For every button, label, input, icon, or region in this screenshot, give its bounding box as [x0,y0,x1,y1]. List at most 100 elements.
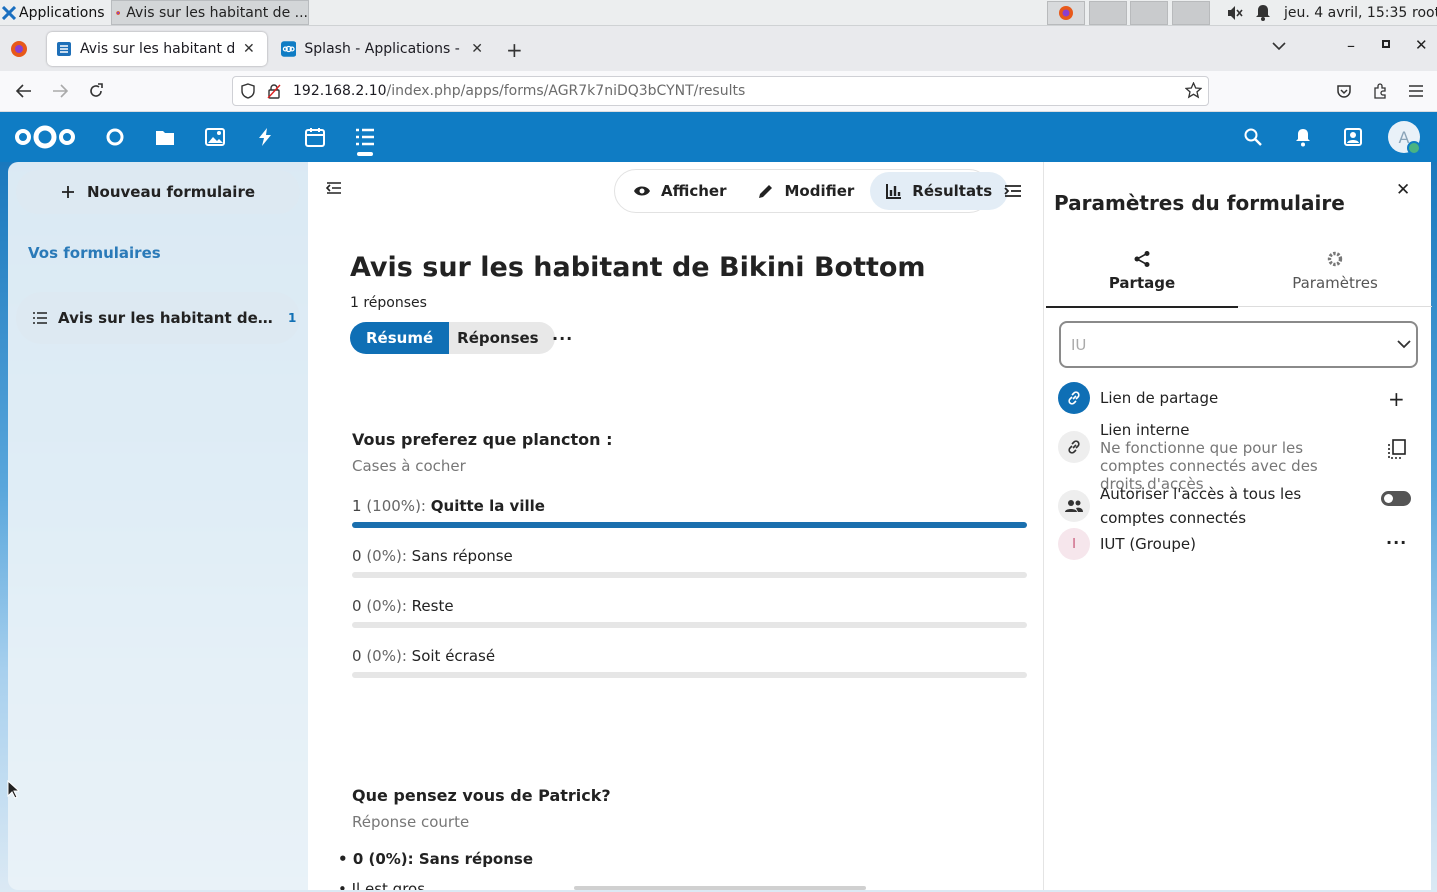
contacts-icon[interactable] [1340,124,1366,150]
back-icon[interactable] [12,79,36,103]
form-settings-sidebar: Paramètres du formulaire ✕ Partage Param… [1043,162,1432,890]
option-label: Soit écrasé [411,647,496,665]
close-window-icon[interactable]: ✕ [1415,36,1428,54]
toggle-settings-sidebar-icon[interactable] [1004,184,1022,202]
more-actions-icon[interactable]: ··· [552,329,573,348]
activity-icon[interactable] [252,124,278,150]
option-result: 0 (0%): Soit écrasé [352,647,495,665]
photos-icon[interactable] [202,124,228,150]
url-bar[interactable]: 192.168.2.10/index.php/apps/forms/AGR7k7… [232,76,1209,106]
question-title: Vous preferez que plancton : [352,430,613,449]
responses-tab[interactable]: Réponses [449,322,555,354]
sidebar-form-item[interactable]: Avis sur les habitant de Bikini Bottom 1 [16,292,300,344]
option-progress-bar [352,622,1027,628]
form-list-icon [33,312,47,324]
menu-hamburger-icon[interactable] [1404,79,1428,103]
calendar-icon[interactable] [302,124,328,150]
insecure-lock-icon[interactable] [267,83,281,103]
online-status-icon [1407,141,1421,155]
tab-sharing-label: Partage [1108,274,1176,292]
question-type: Réponse courte [352,813,470,831]
dashboard-icon[interactable] [102,124,128,150]
option-count: 0 [352,647,362,665]
volume-muted-icon[interactable] [1226,5,1244,25]
workspace-3[interactable] [1130,1,1168,25]
tab-splash[interactable]: Splash - Applications - Ap ✕ [272,32,492,66]
share-search-value: IU [1071,335,1087,354]
share-link-row: Lien de partage [1058,382,1218,414]
share-link-label: Lien de partage [1100,389,1219,407]
toggle-sidebar-icon[interactable] [325,181,342,199]
pocket-icon[interactable] [1332,79,1356,103]
forms-app-icon[interactable] [352,124,378,150]
tab-sharing[interactable]: Partage [1046,250,1238,308]
share-icon [1134,251,1150,267]
option-result: 1 (100%): Quitte la ville [352,497,545,515]
extensions-icon[interactable] [1368,79,1392,103]
navigation-bar: 192.168.2.10/index.php/apps/forms/AGR7k7… [0,71,1437,112]
notifications-icon[interactable] [1290,124,1316,150]
option-count: 0 [352,547,362,565]
option-label: Quitte la ville [430,497,545,515]
question-type: Cases à cocher [352,457,466,475]
list-item: • 0 (0%): Sans réponse [338,850,534,868]
mouse-cursor-icon [7,779,21,803]
taskbar-window-button[interactable]: Avis sur les habitant de ... [111,0,309,25]
close-sidebar-icon[interactable]: ✕ [1396,180,1410,200]
nextcloud-header: A [0,112,1437,162]
allow-all-accounts-label: Autoriser l'accès à tous les comptes con… [1100,485,1302,527]
link-icon [1058,431,1090,463]
tab-settings[interactable]: Paramètres [1239,250,1431,308]
search-icon[interactable] [1240,124,1266,150]
minimize-icon[interactable]: – [1347,36,1355,55]
tab-title: Splash - Applications - Ap [304,41,463,57]
allow-all-accounts-toggle[interactable] [1381,491,1411,506]
maximize-icon[interactable] [1382,40,1390,48]
new-tab-icon[interactable]: + [506,38,523,62]
nextcloud-logo-icon[interactable] [14,123,76,155]
edit-button[interactable]: Modifier [742,172,870,210]
question-title: Que pensez vous de Patrick? [352,786,611,805]
option-percent: (0%): [366,597,407,615]
files-icon[interactable] [152,124,178,150]
tab-title: Avis sur les habitant de B [80,41,235,57]
results-button[interactable]: Résultats [870,172,1009,210]
view-button[interactable]: Afficher [617,172,742,210]
form-title: Avis sur les habitant de Bikini Bottom [350,252,926,283]
add-share-link-icon[interactable]: + [1388,387,1405,411]
option-percent: (0%): [366,547,407,565]
forms-favicon-icon [57,42,71,56]
share-search-input[interactable]: IU [1059,321,1418,368]
workspace-2[interactable] [1089,1,1127,25]
your-forms-heading: Vos formulaires [28,244,161,262]
xfce-logo-icon [2,6,16,20]
tracking-protection-icon[interactable] [241,83,255,103]
copy-link-icon[interactable] [1388,439,1406,463]
bookmark-star-icon[interactable] [1184,81,1203,103]
taskbar-window-title: Avis sur les habitant de ... [126,4,308,21]
firefox-view-icon[interactable] [10,40,28,62]
firefox-icon [116,10,121,15]
shared-group-row: I IUT (Groupe) [1058,528,1196,560]
shared-group-label: IUT (Groupe) [1100,535,1196,553]
forward-icon[interactable] [48,79,72,103]
summary-tab[interactable]: Résumé [350,322,450,354]
new-form-button[interactable]: Nouveau formulaire [16,170,300,214]
session-user[interactable]: root [1412,0,1437,26]
list-tabs-icon[interactable] [1271,40,1287,56]
workspace-4[interactable] [1172,1,1210,25]
tab-forms[interactable]: Avis sur les habitant de B ✕ [47,32,267,66]
horizontal-scrollbar[interactable] [574,886,866,890]
notification-bell-icon[interactable] [1255,4,1271,25]
screen: Applications Avis sur les habitant de ..… [0,0,1437,892]
close-tab-icon[interactable]: ✕ [471,41,483,57]
applications-menu[interactable]: Applications [0,0,108,26]
reload-icon[interactable] [84,79,108,103]
response-count: 1 réponses [350,295,427,311]
more-options-icon[interactable]: ··· [1386,533,1407,552]
option-count: 0 [352,597,362,615]
close-tab-icon[interactable]: ✕ [243,41,255,57]
gear-icon [1327,251,1343,267]
url-path: /index.php/apps/forms/AGR7k7niDQ3bCYNT/r… [386,83,746,99]
workspace-1[interactable] [1047,1,1085,25]
